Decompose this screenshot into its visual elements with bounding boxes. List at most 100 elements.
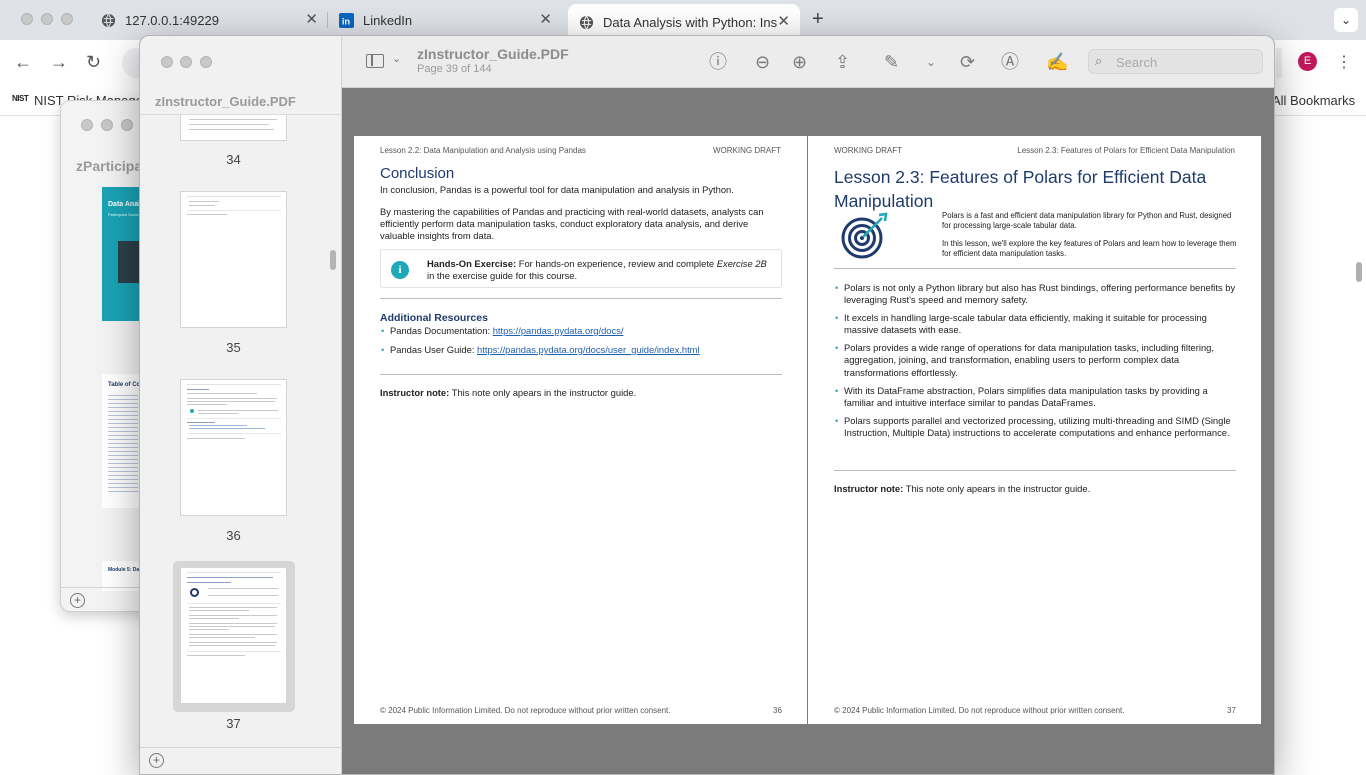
window-zoom-button[interactable] (61, 13, 73, 25)
page-header-right: WORKING DRAFT (713, 146, 781, 155)
zoom-out-icon[interactable]: ⊖ (755, 52, 770, 72)
note-text: This note only apears in the instructor … (905, 483, 1091, 494)
highlight-pen-icon[interactable]: ✎ (884, 52, 899, 72)
window-minimize-button[interactable] (180, 56, 192, 68)
info-icon[interactable]: ⓘ (709, 52, 727, 72)
forward-arrow-icon[interactable]: → (50, 52, 68, 73)
thumb-line (198, 413, 238, 414)
tab-linkedin[interactable]: in LinkedIn ✕ (330, 6, 564, 34)
sidebar-toggle-icon[interactable] (366, 54, 384, 68)
thumb-info-dot (190, 409, 194, 413)
add-icon[interactable]: + (149, 753, 164, 768)
all-bookmarks[interactable]: All Bookmarks (1272, 93, 1355, 108)
thumb-line (189, 623, 277, 624)
resource-label: Pandas Documentation: (390, 325, 491, 336)
new-tab-button[interactable]: + (812, 8, 824, 31)
globe-icon (100, 12, 116, 28)
chevron-down-icon[interactable]: ⌄ (392, 52, 401, 65)
zoom-in-icon[interactable]: ⊕ (792, 52, 807, 72)
thumb-line (208, 588, 278, 589)
rotate-icon[interactable]: ⟳ (960, 52, 975, 72)
toc-thumbnail[interactable]: Table of Cont (102, 374, 146, 508)
address-bar-end (1276, 48, 1282, 78)
tab-divider (327, 12, 328, 28)
page-footer: © 2024 Public Information Limited. Do no… (380, 706, 671, 715)
feature-bullet: Polars supports parallel and vectorized … (835, 415, 1238, 440)
exercise-text: For hands-on experience, review and comp… (518, 258, 715, 269)
cover-thumbnail[interactable]: Data Anal Participant Guide (102, 187, 142, 321)
resource-label: Pandas User Guide: (390, 344, 475, 355)
window-close-button[interactable] (21, 13, 33, 25)
page-thumbnail-35[interactable] (180, 191, 287, 328)
preview-window: zInstructor_Guide.PDF 34 35 36 37 + ⌄ zI… (139, 35, 1275, 775)
feature-bullet: Polars provides a wide range of operatio… (835, 342, 1238, 379)
thumb-line (189, 205, 215, 206)
divider (380, 298, 782, 299)
page-thumbnail-36[interactable] (180, 379, 287, 516)
window-close-button[interactable] (161, 56, 173, 68)
instructor-note: Instructor note: This note only apears i… (380, 387, 784, 399)
page-thumbnail-37[interactable] (180, 567, 287, 704)
reload-icon[interactable]: ↻ (86, 52, 101, 73)
add-icon[interactable]: + (70, 593, 85, 608)
close-tab-icon[interactable]: ✕ (539, 12, 552, 28)
thumb-line (189, 124, 269, 125)
search-field[interactable]: ⌕ Search (1088, 49, 1263, 74)
sidebar-scrollbar[interactable] (330, 250, 336, 270)
markup-icon[interactable]: Ⓐ (1001, 52, 1019, 72)
thumb-line (189, 610, 249, 611)
share-icon[interactable]: ⇪ (835, 52, 850, 72)
thumb-rule (187, 433, 281, 434)
thumb-heading (187, 422, 215, 423)
note-text: This note only apears in the instructor … (451, 387, 637, 398)
window-title: zParticipa (76, 158, 143, 174)
resource-link[interactable]: https://pandas.pydata.org/docs/ (493, 325, 624, 336)
tab-title: Data Analysis with Python: Ins (603, 14, 778, 30)
tab-localhost[interactable]: 127.0.0.1:49229 ✕ (92, 6, 326, 34)
close-tab-icon[interactable]: ✕ (777, 14, 790, 30)
window-minimize-button[interactable] (41, 13, 53, 25)
document-view[interactable]: Lesson 2.2: Data Manipulation and Analys… (342, 88, 1274, 774)
thumb-line (189, 637, 255, 638)
svg-text:in: in (341, 16, 350, 26)
chevron-down-icon[interactable]: ⌄ (926, 52, 936, 72)
window-zoom-button[interactable] (121, 119, 133, 131)
resources-heading: Additional Resources (380, 312, 488, 324)
window-close-button[interactable] (81, 119, 93, 131)
preview-toolbar: ⌄ zInstructor_Guide.PDF Page 39 of 144 ⓘ… (342, 36, 1274, 88)
divider (380, 374, 782, 375)
resource-item: Pandas User Guide: https://pandas.pydata… (381, 344, 780, 357)
window-minimize-button[interactable] (101, 119, 113, 131)
thumbnail-sidebar: zInstructor_Guide.PDF 34 35 36 37 + (140, 36, 342, 774)
divider (834, 470, 1236, 471)
page-indicator: Page 39 of 144 (417, 63, 492, 75)
exercise-reference: Exercise 2B (716, 258, 767, 269)
thumbnail-label-selected: 37 (226, 716, 241, 731)
page-header-right: Lesson 2.3: Features of Polars for Effic… (1017, 146, 1235, 155)
toc-lines (108, 392, 138, 492)
resource-link[interactable]: https://pandas.pydata.org/docs/user_guid… (477, 344, 700, 355)
note-label: Instructor note: (834, 483, 904, 494)
page-thumbnail-34[interactable] (180, 115, 287, 141)
close-tab-icon[interactable]: ✕ (305, 12, 318, 28)
instructor-note: Instructor note: This note only apears i… (834, 483, 1238, 495)
search-placeholder: Search (1116, 55, 1158, 70)
thumb-line (189, 629, 229, 630)
info-icon: i (391, 261, 409, 279)
cover-title: Data Anal (108, 201, 141, 208)
thumb-header (187, 384, 281, 385)
sidebar-title: zInstructor_Guide.PDF (155, 94, 296, 109)
tab-search-chevron-down-icon[interactable]: ⌄ (1334, 8, 1358, 32)
signature-icon[interactable]: ✍ (1046, 52, 1068, 72)
section-heading: Conclusion (380, 165, 455, 182)
back-arrow-icon[interactable]: ← (14, 52, 32, 73)
sidebar-footer-divider (140, 747, 342, 748)
thumb-rule (187, 210, 281, 211)
window-zoom-button[interactable] (200, 56, 212, 68)
thumb-line (189, 642, 277, 643)
cover-subtitle: Participant Guide (108, 212, 139, 217)
more-menu-icon[interactable]: ⋮ (1336, 52, 1352, 72)
profile-avatar[interactable]: E (1298, 52, 1317, 71)
thumb-line (189, 607, 277, 608)
page-scrollbar[interactable] (1356, 262, 1362, 282)
